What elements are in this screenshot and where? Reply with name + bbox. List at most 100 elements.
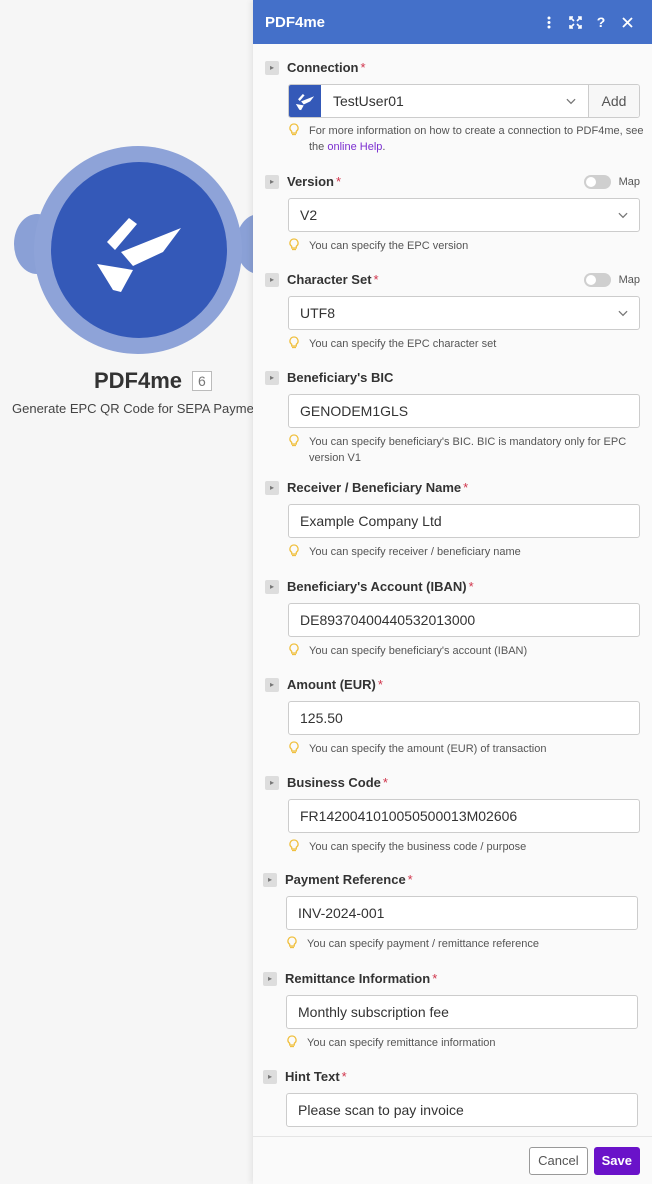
hint-text: You can specify receiver / beneficiary n…	[309, 546, 521, 558]
required-marker: *	[341, 1069, 347, 1084]
amount-input[interactable]: 125.50	[288, 701, 640, 735]
map-toggle[interactable]	[583, 174, 611, 189]
amount-value: 125.50	[300, 710, 343, 726]
charset-value: UTF8	[300, 305, 335, 321]
version-select[interactable]: V2	[288, 198, 640, 232]
more-vertical-icon[interactable]	[536, 12, 562, 32]
field-label: Receiver / Beneficiary Name	[287, 480, 462, 495]
field-label: Connection	[287, 60, 359, 75]
hint-tail: .	[382, 141, 386, 153]
field-hint: You can specify the EPC version	[289, 238, 644, 256]
lightbulb-icon	[287, 1035, 301, 1053]
lightbulb-icon	[289, 839, 303, 857]
lightbulb-icon	[289, 434, 303, 466]
lightbulb-icon	[289, 643, 303, 661]
module-node[interactable]	[51, 162, 227, 338]
chevron-down-icon	[566, 96, 576, 106]
bic-value: GENODEM1GLS	[300, 403, 409, 419]
expand-arrow-icon[interactable]: ▸	[263, 872, 277, 887]
panel-header: PDF4me ?	[253, 0, 652, 44]
hint-text: You can specify payment / remittance ref…	[307, 938, 539, 950]
cancel-button[interactable]: Cancel	[529, 1146, 588, 1175]
expand-arrow-icon[interactable]: ▸	[265, 775, 279, 790]
field-label: Amount (EUR)	[287, 677, 376, 692]
pdf4me-logo-icon	[97, 218, 181, 292]
field-hint: You can specify the EPC character set	[289, 336, 644, 354]
lightbulb-icon	[289, 238, 303, 256]
field-label: Remittance Information	[285, 971, 431, 986]
payment-reference-input[interactable]: INV-2024-001	[286, 896, 638, 930]
expand-arrow-icon[interactable]: ▸	[265, 60, 279, 75]
field-label: Business Code	[287, 775, 381, 790]
expand-arrow-icon[interactable]: ▸	[263, 1069, 277, 1084]
lightbulb-icon	[289, 544, 303, 562]
field-hint: You can specify the amount (EUR) of tran…	[289, 741, 644, 759]
module-title: PDF4me 6	[94, 368, 212, 394]
close-icon[interactable]	[614, 12, 640, 32]
panel-title: PDF4me	[265, 13, 326, 31]
module-name: PDF4me	[94, 368, 183, 393]
online-help-link[interactable]: online Help	[327, 141, 382, 153]
hint-text: You can specify the EPC version	[309, 240, 469, 252]
required-marker: *	[373, 272, 379, 287]
field-label: Beneficiary's BIC	[287, 370, 394, 385]
module-settings-panel: PDF4me ? ▸ Connection * TestUser01 Add F…	[253, 0, 652, 1184]
iban-input[interactable]: DE89370400440532013000	[288, 603, 640, 637]
lightbulb-icon	[287, 936, 301, 954]
connection-value: TestUser01	[333, 93, 404, 109]
field-label: Beneficiary's Account (IBAN)	[287, 579, 467, 594]
add-connection-button[interactable]: Add	[589, 85, 639, 117]
expand-arrow-icon[interactable]: ▸	[265, 174, 279, 189]
required-marker: *	[468, 579, 474, 594]
expand-arrow-icon[interactable]: ▸	[265, 480, 279, 495]
expand-arrow-icon[interactable]: ▸	[263, 971, 277, 986]
receiver-input[interactable]: Example Company Ltd	[288, 504, 640, 538]
save-button[interactable]: Save	[593, 1146, 640, 1175]
hint-text: You can specify beneficiary's account (I…	[309, 645, 528, 657]
hint-text: You can specify the amount (EUR) of tran…	[309, 743, 547, 755]
hint-text-value: Please scan to pay invoice	[298, 1102, 464, 1118]
required-marker: *	[463, 480, 469, 495]
required-marker: *	[407, 872, 413, 887]
remittance-input[interactable]: Monthly subscription fee	[286, 995, 638, 1029]
bic-input[interactable]: GENODEM1GLS	[288, 394, 640, 428]
expand-arrow-icon[interactable]: ▸	[265, 370, 279, 385]
lightbulb-icon	[289, 336, 303, 354]
help-icon[interactable]: ?	[588, 12, 614, 32]
chevron-down-icon	[618, 308, 628, 318]
map-label: Map	[618, 273, 640, 286]
business-code-input[interactable]: FR1420041010050500013M02606	[288, 799, 640, 833]
field-hint: You can specify payment / remittance ref…	[287, 936, 642, 954]
remittance-value: Monthly subscription fee	[298, 1004, 449, 1020]
connection-select[interactable]: TestUser01 Add	[288, 84, 640, 118]
version-value: V2	[300, 207, 318, 223]
expand-arrow-icon[interactable]: ▸	[265, 579, 279, 594]
required-marker: *	[432, 971, 438, 986]
receiver-value: Example Company Ltd	[300, 513, 442, 529]
panel-body: ▸ Connection * TestUser01 Add For more i…	[253, 44, 652, 1136]
hint-text: You can specify the business code / purp…	[309, 841, 527, 853]
hint-text: You can specify beneficiary's BIC. BIC i…	[309, 436, 627, 464]
expand-arrow-icon[interactable]: ▸	[265, 677, 279, 692]
charset-select[interactable]: UTF8	[288, 296, 640, 330]
panel-footer: Cancel Save	[253, 1136, 652, 1184]
expand-arrow-icon[interactable]: ▸	[265, 272, 279, 287]
required-marker: *	[335, 174, 342, 189]
payment-reference-value: INV-2024-001	[298, 905, 385, 921]
chevron-down-icon	[618, 210, 628, 220]
map-toggle[interactable]	[583, 272, 611, 287]
field-hint: For more information on how to create a …	[289, 123, 644, 155]
field-hint: You can specify beneficiary's account (I…	[289, 643, 644, 661]
field-hint: You can specify remittance information	[287, 1035, 642, 1053]
hint-text-input[interactable]: Please scan to pay invoice	[286, 1093, 638, 1127]
lightbulb-icon	[289, 741, 303, 759]
module-id-badge: 6	[192, 371, 212, 391]
required-marker: *	[377, 677, 383, 692]
pdf4me-logo-icon	[289, 85, 321, 117]
iban-value: DE89370400440532013000	[300, 612, 476, 628]
field-hint: You can specify receiver / beneficiary n…	[289, 544, 644, 562]
required-marker: *	[382, 775, 388, 790]
business-code-value: FR1420041010050500013M02606	[300, 808, 518, 824]
expand-icon[interactable]	[562, 12, 588, 32]
field-label: Character Set	[287, 272, 372, 287]
